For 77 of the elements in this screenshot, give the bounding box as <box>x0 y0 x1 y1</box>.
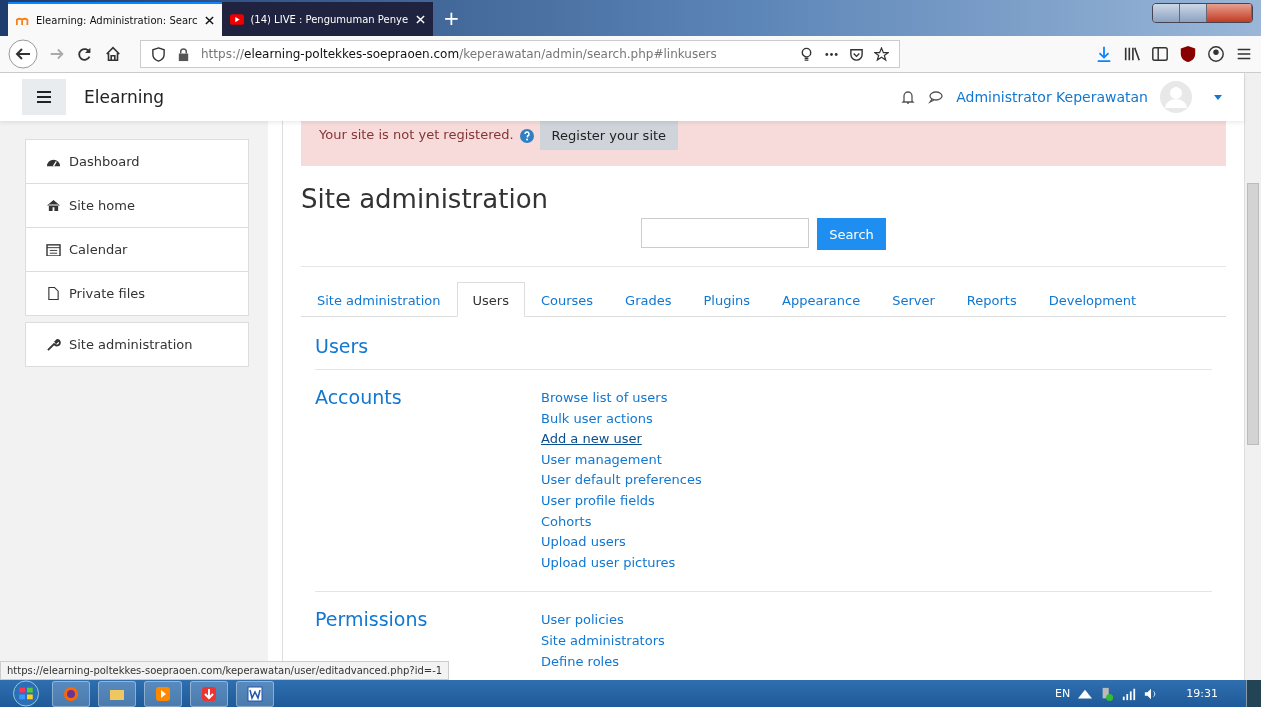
admin-link[interactable]: Add a new user <box>541 429 702 450</box>
user-name-link[interactable]: Administrator Keperawatan <box>956 89 1148 105</box>
admin-link[interactable]: User management <box>541 449 702 471</box>
admin-link[interactable]: Cohorts <box>541 511 702 533</box>
url-text: https://elearning-poltekkes-soepraoen.com/keperawatan/admin/search.php#linkusers <box>201 47 717 61</box>
caret-icon[interactable] <box>1214 94 1222 100</box>
chat-icon[interactable] <box>928 89 945 105</box>
page-title: Site administration <box>301 184 550 214</box>
firefox-taskbar-icon[interactable] <box>52 680 90 707</box>
admin-link[interactable]: Upload user pictures <box>541 552 702 574</box>
file-icon <box>46 287 61 300</box>
admin-link[interactable]: Site administrators <box>541 630 665 652</box>
library-icon[interactable] <box>1123 45 1141 63</box>
admin-link[interactable]: User profile fields <box>541 490 702 512</box>
tab[interactable]: Courses <box>524 282 610 317</box>
new-tab-button[interactable]: + <box>433 6 470 30</box>
media-taskbar-icon[interactable] <box>144 680 182 707</box>
site-name[interactable]: Elearning <box>84 87 165 107</box>
tab[interactable]: Development <box>1032 282 1153 317</box>
signal-icon[interactable] <box>1122 686 1137 701</box>
show-desktop-button[interactable] <box>1246 680 1261 707</box>
scrollbar[interactable] <box>1244 73 1261 680</box>
usb-icon[interactable] <box>1100 686 1115 701</box>
lightbulb-icon[interactable] <box>799 46 814 62</box>
menu-icon <box>37 91 51 103</box>
browser-tab[interactable]: (14) LIVE : Pengumuman Penye <box>222 2 434 36</box>
group-heading: Accounts <box>315 386 403 410</box>
tab[interactable]: Appearance <box>766 282 877 317</box>
language-indicator[interactable]: EN <box>1055 687 1071 700</box>
home-icon <box>46 199 61 212</box>
tab[interactable]: Users <box>456 282 525 317</box>
admin-link[interactable]: Bulk user actions <box>541 408 702 430</box>
clock[interactable]: 19:31 <box>1186 687 1218 700</box>
wrench-icon <box>46 338 61 351</box>
tab[interactable]: Plugins <box>687 282 767 317</box>
folder-taskbar-icon[interactable] <box>98 680 136 707</box>
sidebar-item[interactable]: Site administration <box>26 323 248 366</box>
bell-icon[interactable] <box>900 89 917 105</box>
calendar-icon <box>46 243 61 256</box>
tab[interactable]: Site administration <box>301 282 457 317</box>
status-url: https://elearning-poltekkes-soepraoen.com/keperawatan/user/editadvanced.php?id=-1 <box>0 661 450 680</box>
sidebar-item[interactable]: Private files <box>26 272 248 315</box>
register-button[interactable]: Register your site <box>539 121 679 150</box>
back-icon[interactable] <box>8 39 38 69</box>
shield-icon <box>151 46 166 62</box>
notice-text: Your site is not yet registered. <box>319 127 514 142</box>
close-icon[interactable] <box>205 15 215 25</box>
pocket-icon[interactable] <box>849 46 864 62</box>
download-icon[interactable] <box>1095 45 1113 63</box>
sidebar-icon[interactable] <box>1151 45 1169 63</box>
search-button[interactable]: Search <box>817 218 886 250</box>
home-icon[interactable] <box>104 45 122 63</box>
tab[interactable]: Reports <box>950 282 1033 317</box>
sidebar-item[interactable]: Calendar <box>26 228 248 272</box>
search-field[interactable] <box>641 218 810 248</box>
help-icon[interactable] <box>519 129 534 143</box>
admin-link[interactable]: Browse list of users <box>541 388 702 409</box>
admin-link[interactable]: Upload users <box>541 532 702 553</box>
admin-link[interactable]: Define roles <box>541 651 665 673</box>
download-taskbar-icon[interactable] <box>190 680 228 707</box>
play-icon <box>230 13 245 25</box>
account-icon[interactable] <box>1207 45 1225 63</box>
tab[interactable]: Grades <box>609 282 688 317</box>
admin-link[interactable]: User default preferences <box>541 470 702 491</box>
sidebar-item[interactable]: Site home <box>26 184 248 228</box>
lock-icon <box>176 46 191 62</box>
word-taskbar-icon[interactable] <box>236 680 274 707</box>
star-icon[interactable] <box>874 46 889 62</box>
address-bar[interactable]: https://elearning-poltekkes-soepraoen.com/keperawatan/admin/search.php#linkusers <box>140 40 900 68</box>
section-heading: Users <box>315 335 1212 370</box>
sidebar-item[interactable]: Dashboard <box>26 140 248 184</box>
tab[interactable]: Server <box>876 282 951 317</box>
browser-tab[interactable]: Elearning: Administration: Searc <box>8 2 223 36</box>
shield-icon[interactable] <box>1179 45 1197 63</box>
window-controls[interactable] <box>1152 3 1253 23</box>
admin-link[interactable]: User policies <box>541 610 665 631</box>
menu-button[interactable] <box>22 79 66 115</box>
